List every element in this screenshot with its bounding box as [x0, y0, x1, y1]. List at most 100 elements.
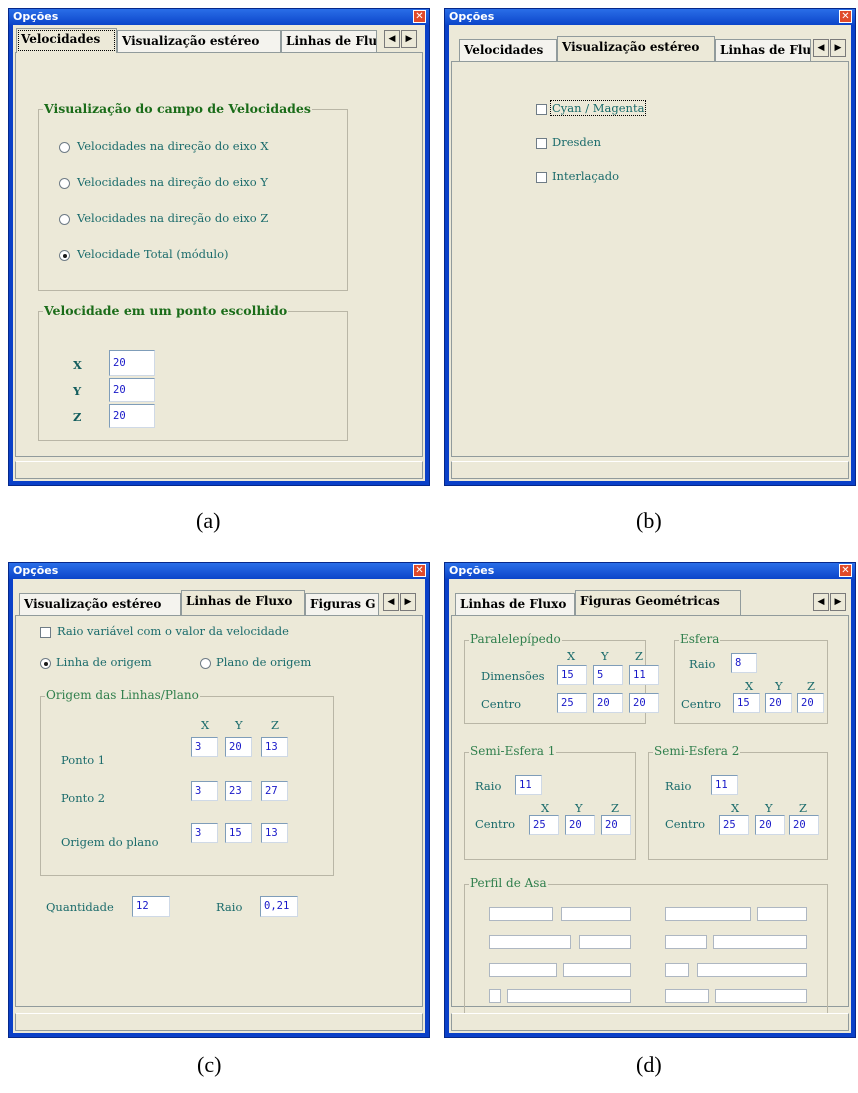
perfil-field[interactable] — [507, 989, 631, 1003]
checkbox-raio-variavel[interactable] — [40, 627, 51, 638]
perfil-field[interactable] — [489, 935, 571, 949]
tab-visualizacao-estereo[interactable]: Visualização estéreo — [117, 30, 281, 52]
radio-label[interactable]: Linha de origem — [56, 655, 152, 669]
perfil-field[interactable] — [563, 963, 631, 977]
dimensoes-y-input[interactable]: 5 — [593, 665, 623, 685]
perfil-field[interactable] — [713, 935, 807, 949]
ponto2-z-input[interactable]: 27 — [261, 781, 288, 801]
radio-velocidade-x[interactable] — [59, 142, 70, 153]
close-button[interactable]: ✕ — [413, 564, 426, 577]
semi2-centro-x-input[interactable]: 25 — [719, 815, 749, 835]
perfil-field[interactable] — [579, 935, 631, 949]
tab-visualizacao-estereo[interactable]: Visualização estéreo — [19, 593, 181, 615]
raio-label: Raio — [665, 779, 692, 793]
semi2-centro-z-input[interactable]: 20 — [789, 815, 819, 835]
tab-figuras-geometricas[interactable]: Figuras Geométricas — [575, 590, 741, 615]
esfera-raio-input[interactable]: 8 — [731, 653, 757, 673]
tab-visualizacao-estereo[interactable]: Visualização estéreo — [557, 36, 715, 61]
dimensoes-z-input[interactable]: 11 — [629, 665, 659, 685]
checkbox-label[interactable]: Interlaçado — [552, 169, 619, 183]
group-title: Paralelepípedo — [469, 632, 562, 646]
tab-scroll-right-button[interactable]: ▶ — [830, 593, 846, 611]
title-bar[interactable]: Opções ✕ — [9, 9, 429, 25]
close-button[interactable]: ✕ — [839, 10, 852, 23]
checkbox-interlacado[interactable] — [536, 172, 547, 183]
centro-x-input[interactable]: 25 — [557, 693, 587, 713]
tab-linhas-de-fluxo[interactable]: Linhas de Fluxo — [181, 590, 305, 615]
column-header-z: Z — [807, 679, 815, 693]
tab-linhas-de-fluxo[interactable]: Linhas de Fluxo — [455, 593, 575, 615]
perfil-field[interactable] — [489, 989, 501, 1003]
title-bar[interactable]: Opções ✕ — [9, 563, 429, 579]
title-bar[interactable]: Opções ✕ — [445, 9, 855, 25]
tab-scroll-right-button[interactable]: ▶ — [401, 30, 417, 48]
tab-linhas-de-fluxo[interactable]: Linhas de Flu — [715, 39, 811, 61]
centro-z-input[interactable]: 20 — [629, 693, 659, 713]
origem-y-input[interactable]: 15 — [225, 823, 252, 843]
radio-velocidade-total[interactable] — [59, 250, 70, 261]
checkbox-dresden[interactable] — [536, 138, 547, 149]
origem-x-input[interactable]: 3 — [191, 823, 218, 843]
checkbox-label[interactable]: Dresden — [552, 135, 601, 149]
semi2-raio-input[interactable]: 11 — [711, 775, 738, 795]
checkbox-cyan-magenta[interactable] — [536, 104, 547, 115]
radio-label[interactable]: Velocidades na direção do eixo Z — [77, 211, 268, 225]
coord-x-input[interactable]: 20 — [109, 350, 155, 376]
tab-figuras-geometricas[interactable]: Figuras G — [305, 593, 379, 615]
row-label-ponto-2: Ponto 2 — [61, 791, 106, 805]
semi1-raio-input[interactable]: 11 — [515, 775, 542, 795]
esfera-centro-z-input[interactable]: 20 — [797, 693, 824, 713]
dimensoes-x-input[interactable]: 15 — [557, 665, 587, 685]
radio-label[interactable]: Velocidades na direção do eixo X — [77, 139, 269, 153]
close-button[interactable]: ✕ — [413, 10, 426, 23]
perfil-field[interactable] — [665, 935, 707, 949]
coord-z-input[interactable]: 20 — [109, 404, 155, 428]
esfera-centro-x-input[interactable]: 15 — [733, 693, 760, 713]
perfil-field[interactable] — [561, 907, 631, 921]
radio-velocidade-z[interactable] — [59, 214, 70, 225]
perfil-field[interactable] — [665, 963, 689, 977]
coord-y-input[interactable]: 20 — [109, 378, 155, 402]
tab-scroll-right-button[interactable]: ▶ — [830, 39, 846, 57]
perfil-field[interactable] — [489, 963, 557, 977]
radio-label[interactable]: Velocidade Total (módulo) — [77, 247, 229, 261]
ponto2-x-input[interactable]: 3 — [191, 781, 218, 801]
tab-scroll-left-button[interactable]: ◀ — [813, 593, 829, 611]
semi1-centro-z-input[interactable]: 20 — [601, 815, 631, 835]
tab-velocidades[interactable]: Velocidades — [459, 39, 557, 61]
perfil-field[interactable] — [665, 907, 751, 921]
tab-velocidades[interactable]: Velocidades — [16, 28, 117, 53]
ponto1-z-input[interactable]: 13 — [261, 737, 288, 757]
quantidade-input[interactable]: 12 — [132, 896, 170, 917]
semi2-centro-y-input[interactable]: 20 — [755, 815, 785, 835]
title-bar[interactable]: Opções ✕ — [445, 563, 855, 579]
semi1-centro-y-input[interactable]: 20 — [565, 815, 595, 835]
perfil-field[interactable] — [665, 989, 709, 1003]
origem-z-input[interactable]: 13 — [261, 823, 288, 843]
semi1-centro-x-input[interactable]: 25 — [529, 815, 559, 835]
radio-velocidade-y[interactable] — [59, 178, 70, 189]
radio-label[interactable]: Velocidades na direção do eixo Y — [77, 175, 268, 189]
ponto1-y-input[interactable]: 20 — [225, 737, 252, 757]
tab-scroll-left-button[interactable]: ◀ — [384, 30, 400, 48]
raio-input[interactable]: 0,21 — [260, 896, 298, 917]
tab-linhas-de-fluxo[interactable]: Linhas de Flu — [281, 30, 377, 52]
perfil-field[interactable] — [757, 907, 807, 921]
window-title: Opções — [449, 564, 495, 577]
checkbox-label[interactable]: Cyan / Magenta — [549, 100, 647, 116]
tab-scroll-right-button[interactable]: ▶ — [400, 593, 416, 611]
perfil-field[interactable] — [715, 989, 807, 1003]
radio-linha-de-origem[interactable] — [40, 658, 51, 669]
checkbox-label[interactable]: Raio variável com o valor da velocidade — [57, 624, 289, 638]
perfil-field[interactable] — [697, 963, 807, 977]
radio-plano-de-origem[interactable] — [200, 658, 211, 669]
ponto2-y-input[interactable]: 23 — [225, 781, 252, 801]
ponto1-x-input[interactable]: 3 — [191, 737, 218, 757]
centro-y-input[interactable]: 20 — [593, 693, 623, 713]
tab-scroll-left-button[interactable]: ◀ — [383, 593, 399, 611]
close-button[interactable]: ✕ — [839, 564, 852, 577]
tab-scroll-left-button[interactable]: ◀ — [813, 39, 829, 57]
esfera-centro-y-input[interactable]: 20 — [765, 693, 792, 713]
radio-label[interactable]: Plano de origem — [216, 655, 311, 669]
perfil-field[interactable] — [489, 907, 553, 921]
